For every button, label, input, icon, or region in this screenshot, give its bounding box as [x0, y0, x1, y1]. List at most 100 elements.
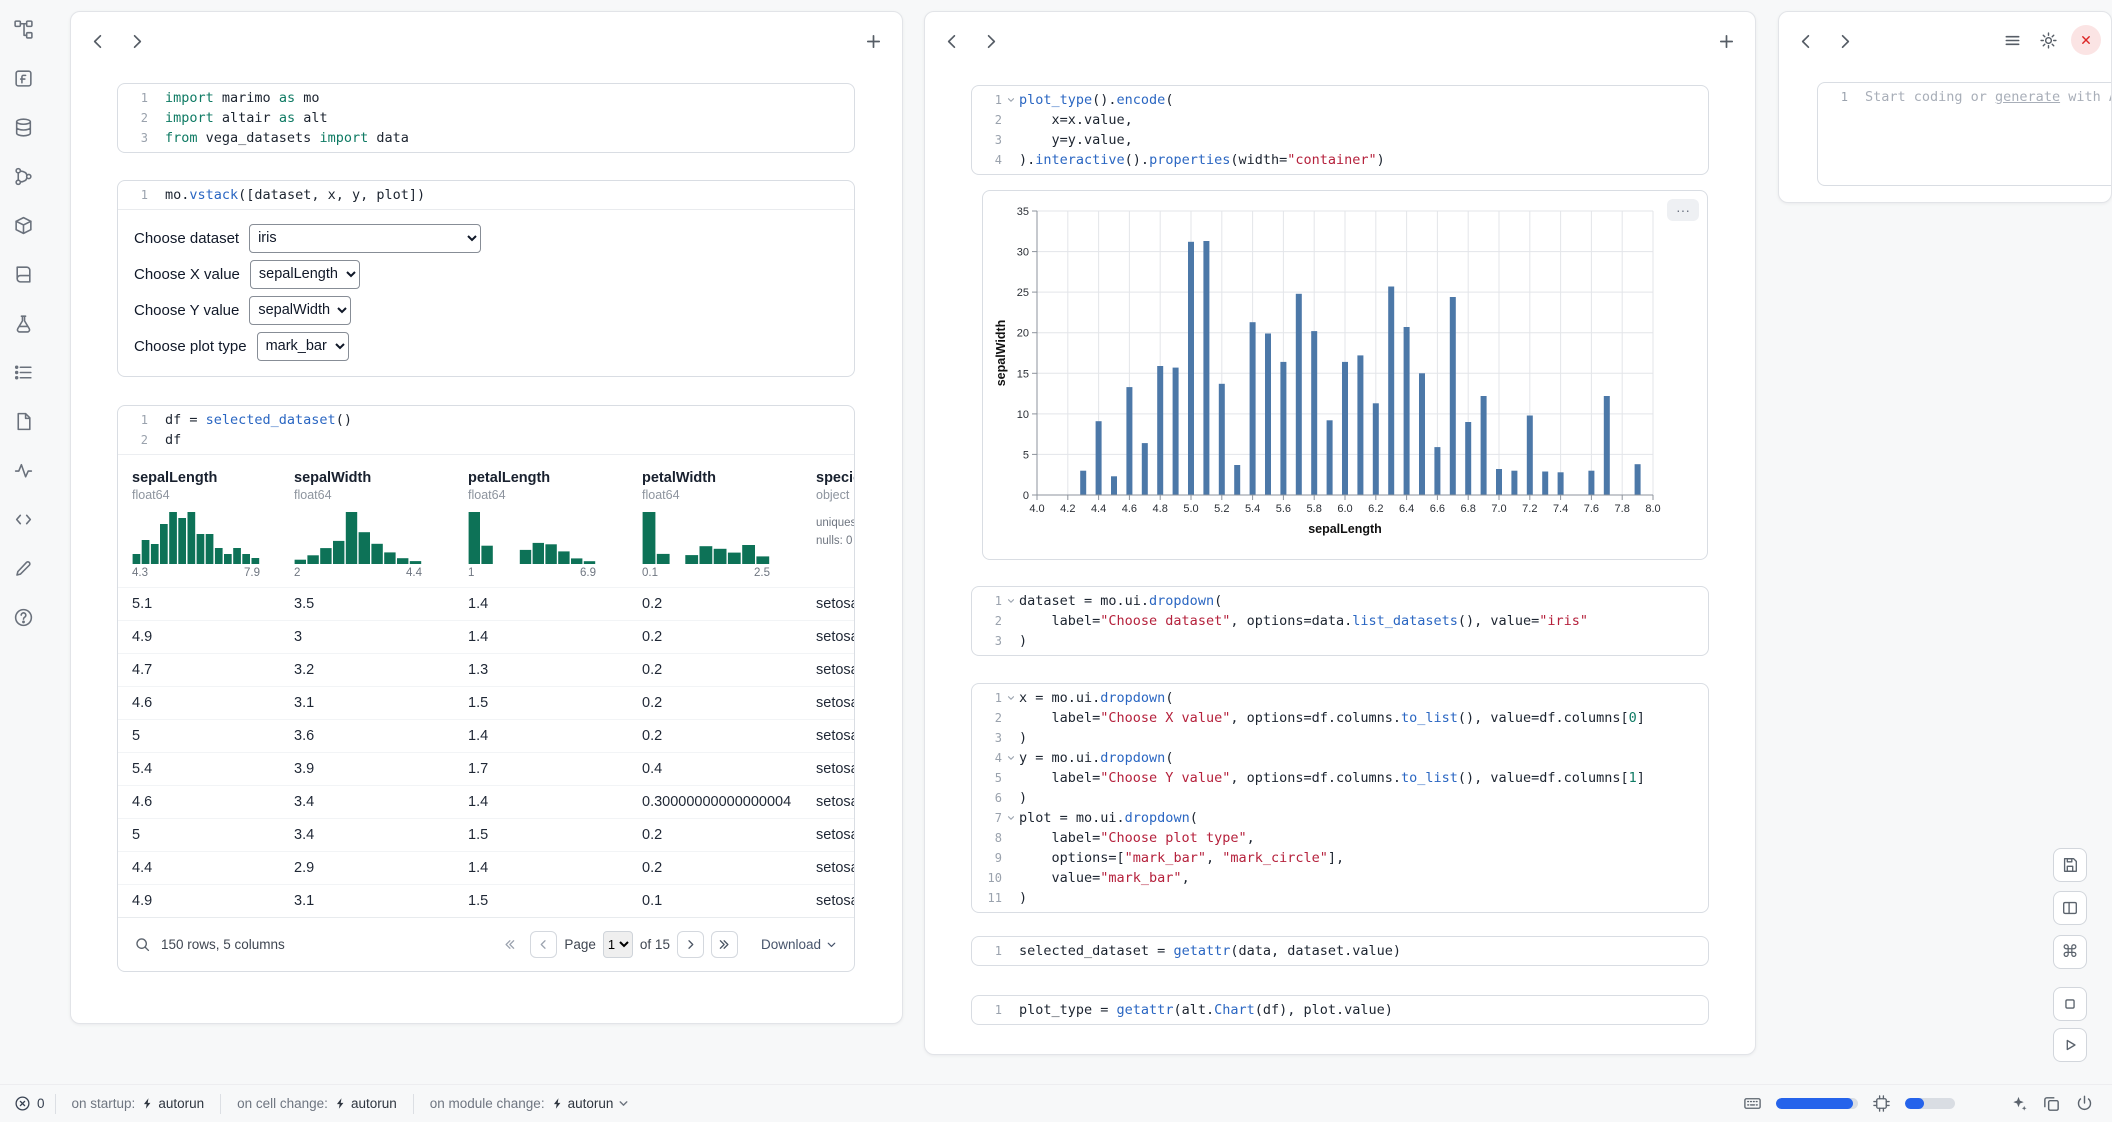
- notebook-actions: [1999, 25, 2101, 55]
- shutdown-button[interactable]: [2075, 1094, 2094, 1113]
- error-count-button[interactable]: 0: [12, 1095, 55, 1112]
- svg-text:4.2: 4.2: [1060, 503, 1075, 515]
- code-text: value="mark_bar",: [1019, 870, 1190, 886]
- cell-selected-dataset: 1selected_dataset = getattr(data, datase…: [971, 936, 1709, 966]
- sidebar-item-files[interactable]: [9, 406, 39, 436]
- sidebar-item-packages[interactable]: [9, 210, 39, 240]
- code-line: 9 options=["mark_bar", "mark_circle"],: [972, 848, 1708, 868]
- cell-dataset-dropdown: 1dataset = mo.ui.dropdown(2 label="Choos…: [971, 586, 1709, 656]
- column-move-right-button[interactable]: [977, 28, 1003, 54]
- generate-with-ai-link[interactable]: generate: [1995, 89, 2060, 105]
- svg-text:4.8: 4.8: [1153, 503, 1168, 515]
- ai-assistant-button[interactable]: [2009, 1094, 2028, 1113]
- svg-text:8.0: 8.0: [1645, 503, 1660, 515]
- table-cell: 0.2: [642, 860, 816, 876]
- status-on-module-change[interactable]: on module change:autorun: [413, 1094, 647, 1114]
- next-page-button[interactable]: [677, 931, 704, 958]
- sidebar-item-dependency-graph[interactable]: [9, 161, 39, 191]
- first-page-button[interactable]: [496, 931, 523, 958]
- column-histogram: [468, 510, 642, 564]
- column-name[interactable]: petalLength: [468, 470, 642, 486]
- fold-toggle-icon[interactable]: [1002, 693, 1019, 703]
- sidebar-item-functions[interactable]: [9, 63, 39, 93]
- table-row: 4.63.11.50.2setosa: [118, 686, 854, 719]
- previous-page-button[interactable]: [530, 931, 557, 958]
- choose-x-value-select[interactable]: sepalLength: [250, 260, 360, 289]
- choose-dataset-select[interactable]: iris: [249, 224, 481, 253]
- page-select[interactable]: 1: [603, 931, 633, 958]
- copy-button[interactable]: [2042, 1094, 2061, 1113]
- run-button[interactable]: [2053, 1028, 2087, 1062]
- code-editor[interactable]: 1dataset = mo.ui.dropdown(2 label="Choos…: [972, 587, 1708, 655]
- sidebar-item-help[interactable]: [9, 602, 39, 632]
- sidebar-item-scratchpad[interactable]: [9, 553, 39, 583]
- code-editor[interactable]: 1mo.vstack([dataset, x, y, plot]): [118, 181, 854, 209]
- svg-text:sepalWidth: sepalWidth: [994, 320, 1008, 387]
- table-row: 53.41.50.2setosa: [118, 818, 854, 851]
- column-name[interactable]: sepalWidth: [294, 470, 468, 486]
- column-move-left-button[interactable]: [939, 28, 965, 54]
- svg-text:5.2: 5.2: [1214, 503, 1229, 515]
- sidebar-item-datasets[interactable]: [9, 112, 39, 142]
- placeholder-text: Start coding or generate with AI.: [1865, 89, 2112, 105]
- fold-toggle-icon[interactable]: [1002, 753, 1019, 763]
- column-name[interactable]: petalWidth: [642, 470, 816, 486]
- code-editor[interactable]: 1 Start coding or generate with AI.: [1818, 83, 2112, 111]
- stop-button[interactable]: [2053, 987, 2087, 1021]
- choose-y-value-select[interactable]: sepalWidth: [249, 296, 351, 325]
- download-button[interactable]: Download: [761, 937, 838, 952]
- column-move-left-button[interactable]: [85, 28, 111, 54]
- command-palette-button[interactable]: ⌘: [2053, 935, 2087, 969]
- cpu-icon: [1872, 1094, 1891, 1113]
- column-move-right-button[interactable]: [123, 28, 149, 54]
- sidebar-item-snippets[interactable]: [9, 504, 39, 534]
- table-cell: 0.4: [642, 761, 816, 777]
- sidebar-item-documentation[interactable]: [9, 259, 39, 289]
- code-editor[interactable]: 1selected_dataset = getattr(data, datase…: [972, 937, 1708, 965]
- add-cell-button[interactable]: [1713, 28, 1739, 54]
- table-search-button[interactable]: [134, 936, 151, 953]
- code-editor[interactable]: 1df = selected_dataset()2df: [118, 406, 854, 454]
- bar-chart[interactable]: 4.04.24.44.64.85.05.25.45.65.86.06.26.46…: [993, 199, 1697, 551]
- column-move-left-button[interactable]: [1793, 28, 1819, 54]
- sidebar-item-experiments[interactable]: [9, 308, 39, 338]
- settings-button[interactable]: [2035, 27, 2061, 53]
- sidebar-item-file-explorer[interactable]: [9, 14, 39, 44]
- notebook-menu-button[interactable]: [1999, 27, 2025, 53]
- svg-text:6.8: 6.8: [1461, 503, 1476, 515]
- code-editor[interactable]: 1import marimo as mo2import altair as al…: [118, 84, 854, 152]
- code-line: 2 x=x.value,: [972, 110, 1708, 130]
- last-page-button[interactable]: [711, 931, 738, 958]
- status-on-cell-change[interactable]: on cell change:autorun: [220, 1094, 413, 1114]
- table-cell: setosa: [816, 596, 854, 612]
- sidebar-item-logs[interactable]: [9, 357, 39, 387]
- line-number: 3: [972, 634, 1002, 648]
- fold-toggle-icon[interactable]: [1002, 95, 1019, 105]
- status-bar-right: [1743, 1094, 2100, 1113]
- column-dtype: float64: [294, 488, 468, 502]
- code-line: 2import altair as alt: [118, 108, 854, 128]
- column-name[interactable]: species: [816, 470, 854, 486]
- add-cell-button[interactable]: [860, 28, 886, 54]
- code-editor[interactable]: 1x = mo.ui.dropdown(2 label="Choose X va…: [972, 684, 1708, 912]
- sidebar-item-tracing[interactable]: [9, 455, 39, 485]
- code-line: 7plot = mo.ui.dropdown(: [972, 808, 1708, 828]
- column-name[interactable]: sepalLength: [132, 470, 294, 486]
- shutdown-kernel-button[interactable]: [2071, 25, 2101, 55]
- code-editor[interactable]: 1plot_type().encode(2 x=x.value,3 y=y.va…: [972, 86, 1708, 174]
- choose-plot-type-select[interactable]: mark_bar: [257, 332, 349, 361]
- svg-text:5.4: 5.4: [1245, 503, 1260, 515]
- chevron-right-icon: [981, 32, 1000, 51]
- table-cell: 5.1: [132, 596, 294, 612]
- cpu-button[interactable]: [1872, 1094, 1891, 1113]
- save-button[interactable]: [2053, 848, 2087, 882]
- keyboard-shortcuts-button[interactable]: [1743, 1094, 1762, 1113]
- fold-toggle-icon[interactable]: [1002, 596, 1019, 606]
- fold-toggle-icon[interactable]: [1002, 813, 1019, 823]
- status-on-startup[interactable]: on startup:autorun: [55, 1094, 221, 1114]
- svg-text:5.8: 5.8: [1307, 503, 1322, 515]
- code-editor[interactable]: 1plot_type = getattr(alt.Chart(df), plot…: [972, 996, 1708, 1024]
- layout-button[interactable]: [2053, 891, 2087, 925]
- column-move-right-button[interactable]: [1831, 28, 1857, 54]
- chart-menu-button[interactable]: ···: [1667, 199, 1699, 221]
